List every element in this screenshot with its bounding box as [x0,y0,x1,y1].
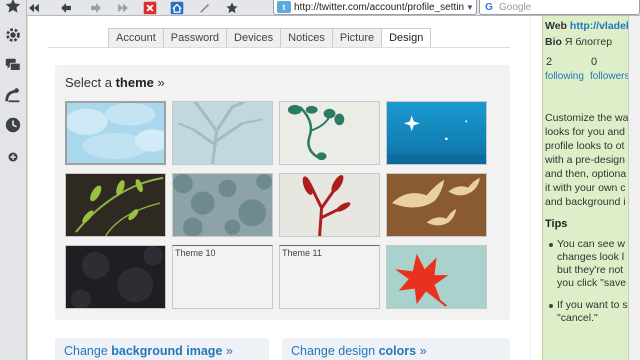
back-arrow-icon[interactable] [56,0,76,15]
theme-thumb-12[interactable] [386,245,487,309]
add-panel-icon[interactable] [2,146,24,168]
star-icon[interactable] [222,0,242,15]
theme-thumb-11[interactable]: Theme 11 [279,245,380,309]
change-background-image-button[interactable]: Change background image » [55,338,269,360]
forward-arrow-icon[interactable] [86,0,106,15]
settings-tabs: Account Password Devices Notices Picture Desi… [108,28,432,48]
tip2-line: If you want to s [557,299,628,311]
edit-wand-icon[interactable] [195,0,215,15]
web-link[interactable]: http://vladek [570,20,632,32]
tab-devices[interactable]: Devices [227,28,282,48]
change-design-colors-button[interactable]: Change design colors » [282,338,510,360]
theme-thumb-9[interactable] [65,245,166,309]
tip1-line: changes look l [557,251,625,263]
desc-line: with a pre-design [545,154,625,166]
theme-10-label: Theme 10 [175,248,216,258]
tab-divider [48,47,510,48]
tips-heading: Tips [545,218,568,230]
theme-thumb-2[interactable] [172,101,273,165]
clock-icon[interactable] [2,114,24,136]
web-row: Web http://vladek [545,20,632,32]
search-placeholder: Google [499,1,532,13]
chat-icon[interactable] [2,54,24,76]
page-scrollbar[interactable] [530,16,542,360]
home-icon[interactable] [167,0,187,15]
tip1-line: You can see w [557,238,625,250]
browser-sidebar [0,0,27,360]
fast-forward-icon[interactable] [113,0,133,15]
browser-toolbar: t http://twitter.com/account/profile_set… [27,0,640,16]
theme-11-label: Theme 11 [282,248,322,258]
gear-icon[interactable] [2,24,24,46]
tip2-line: "cancel." [557,312,598,324]
chevron-down-icon[interactable]: ▼ [464,3,476,12]
settings-page: Account Password Devices Notices Picture Desi… [28,16,530,360]
satellite-icon[interactable] [2,84,24,106]
desc-line: profile looks to ot [545,140,625,152]
theme-thumb-10[interactable]: Theme 10 [172,245,273,309]
tab-account[interactable]: Account [108,28,164,48]
followers-link[interactable]: followers [590,71,629,82]
desc-line: and background i [545,196,626,208]
url-text[interactable]: http://twitter.com/account/profile_setti… [294,2,464,13]
desc-line: it with your own c [545,182,626,194]
stop-icon[interactable] [140,0,160,15]
tip-bullet [549,304,553,308]
tab-design[interactable]: Design [382,28,432,48]
tip-bullet [549,243,553,247]
theme-thumb-5[interactable] [65,173,166,237]
theme-thumb-7[interactable] [279,173,380,237]
desc-line: and then, optiona [545,168,627,180]
rewind-icon[interactable] [24,0,44,15]
followers-count: 0 [591,56,598,68]
tab-password[interactable]: Password [163,28,228,48]
profile-sidebar: Web http://vladek Bio Я блоггер 2 0 foll… [542,16,632,360]
theme-panel: Select a theme » Theme 10 Theme 11 [55,65,510,320]
following-link[interactable]: following [545,71,584,82]
select-theme-heading: Select a theme » [65,75,165,90]
tab-picture[interactable]: Picture [332,28,383,48]
bio-row: Bio Я блоггер [545,36,613,48]
bookmark-star-icon[interactable] [2,0,24,17]
following-count: 2 [546,56,553,68]
tip1-line: but they're not [557,264,624,276]
tab-notices[interactable]: Notices [281,28,333,48]
theme-thumb-3[interactable] [279,101,380,165]
desc-line: Customize the wa [545,112,629,124]
google-icon[interactable]: G [482,1,496,13]
window-scrollbar[interactable] [628,16,640,360]
search-input[interactable]: G Google [479,0,640,15]
url-bar[interactable]: t http://twitter.com/account/profile_set… [273,0,477,15]
theme-thumb-6[interactable] [172,173,273,237]
theme-thumb-8[interactable] [386,173,487,237]
theme-thumb-4[interactable] [386,101,487,165]
tip1-line: you click "save [557,277,627,289]
theme-thumb-1[interactable] [65,101,166,165]
desc-line: looks for you and [545,126,625,138]
site-favicon-icon: t [277,1,291,13]
